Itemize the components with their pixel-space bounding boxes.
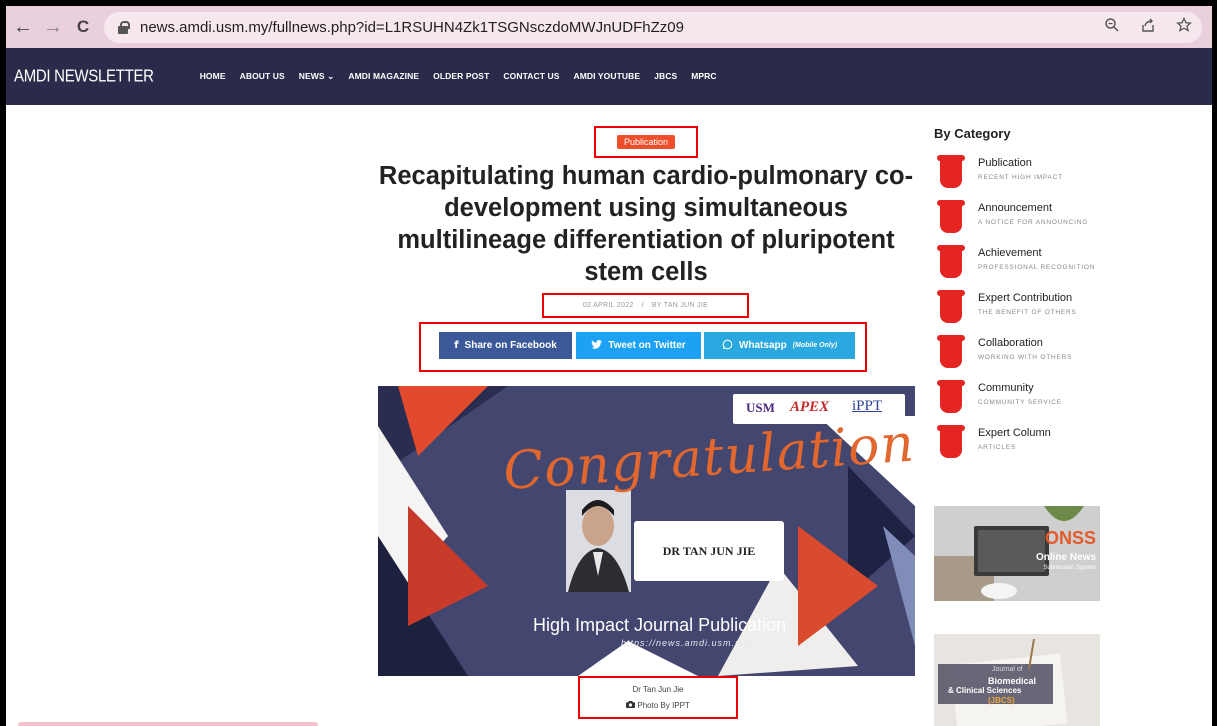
jbcs-line2: Biomedical bbox=[988, 676, 1037, 686]
url-text[interactable]: news.amdi.usm.my/fullnews.php?id=L1RSUHN… bbox=[140, 19, 684, 36]
hero-link: https://news.amdi.usm.my/ bbox=[621, 638, 753, 648]
bottom-notification-strip bbox=[18, 722, 318, 726]
sidebar-item-expert-column[interactable]: Expert Column ARTICLES bbox=[934, 425, 1194, 470]
category-icon bbox=[937, 335, 965, 368]
category-name: Collaboration bbox=[978, 337, 1043, 349]
category-icon bbox=[937, 245, 965, 278]
share-facebook-label: Share on Facebook bbox=[464, 340, 557, 351]
camera-icon bbox=[626, 701, 637, 710]
image-caption: Dr Tan Jun Jie Photo By IPPT bbox=[578, 676, 738, 719]
lock-icon bbox=[118, 20, 130, 35]
photo-credit-row: Photo By IPPT bbox=[580, 698, 736, 714]
share-whatsapp-label: Whatsapp bbox=[738, 340, 787, 351]
share-facebook-button[interactable]: f Share on Facebook bbox=[439, 332, 572, 359]
category-name: Expert Contribution bbox=[978, 292, 1073, 304]
category-sub: COMMUNITY SERVICE bbox=[978, 399, 1062, 406]
sidebar-item-expert-contribution[interactable]: Expert Contribution THE BENEFIT OF OTHERS bbox=[934, 290, 1194, 335]
share-icon[interactable] bbox=[1140, 17, 1156, 38]
sidebar-title: By Category bbox=[934, 126, 1011, 141]
category-sub: WORKING WITH OTHERS bbox=[978, 354, 1073, 361]
share-twitter-label: Tweet on Twitter bbox=[608, 340, 686, 351]
sidebar: By Category Publication RECENT HIGH IMPAC… bbox=[934, 126, 1194, 470]
category-sub: RECENT HIGH IMPACT bbox=[978, 174, 1063, 181]
category-name: Achievement bbox=[978, 247, 1042, 259]
article-meta: 02 APRIL 2022 / BY TAN JUN JIE bbox=[542, 293, 749, 318]
menu-news[interactable]: NEWS ⌄ bbox=[299, 71, 335, 82]
onss-line1: Online News bbox=[1035, 552, 1096, 563]
sidebar-item-announcement[interactable]: Announcement A NOTICE FOR ANNOUNCING bbox=[934, 200, 1194, 245]
facebook-icon: f bbox=[454, 340, 459, 351]
back-icon[interactable]: ← bbox=[10, 14, 36, 40]
category-sub: THE BENEFIT OF OTHERS bbox=[978, 309, 1077, 316]
article-title: Recapitulating human cardio-pulmonary co… bbox=[378, 162, 914, 286]
star-icon[interactable] bbox=[1175, 16, 1193, 38]
jbcs-line3: & Clinical Sciences bbox=[948, 686, 1022, 695]
menu-home[interactable]: HOME bbox=[200, 71, 226, 82]
menu-mprc[interactable]: MPRC bbox=[691, 71, 716, 82]
category-icon bbox=[937, 290, 965, 323]
meta-separator: / bbox=[641, 302, 644, 309]
onss-title: ONSS bbox=[1044, 528, 1096, 548]
zoom-icon[interactable] bbox=[1104, 17, 1120, 38]
menu-contact-us[interactable]: CONTACT US bbox=[503, 71, 559, 82]
reload-icon[interactable]: C bbox=[70, 14, 96, 40]
category-icon bbox=[937, 425, 965, 458]
site-brand[interactable]: AMDI NEWSLETTER bbox=[14, 67, 154, 87]
article-date: 02 APRIL 2022 bbox=[582, 302, 634, 309]
share-whatsapp-note: (Mobile Only) bbox=[792, 342, 838, 349]
category-name: Publication bbox=[978, 157, 1032, 169]
sidebar-item-community[interactable]: Community COMMUNITY SERVICE bbox=[934, 380, 1194, 425]
share-whatsapp-button[interactable]: Whatsapp (Mobile Only) bbox=[704, 332, 855, 359]
hero-image[interactable]: USM APEX iPPT Congratulations! DR TAN JU… bbox=[378, 386, 915, 676]
category-sub: PROFESSIONAL RECOGNITION bbox=[978, 264, 1096, 271]
hero-logo-usm: USM bbox=[746, 400, 775, 415]
main-menu: HOME ABOUT US NEWS ⌄ AMDI MAGAZINE OLDER… bbox=[200, 71, 717, 82]
jbcs-banner[interactable]: Journal of Biomedical & Clinical Science… bbox=[934, 634, 1100, 726]
category-name: Announcement bbox=[978, 202, 1052, 214]
category-name: Expert Column bbox=[978, 427, 1051, 439]
menu-amdi-youtube[interactable]: AMDI YOUTUBE bbox=[573, 71, 640, 82]
category-icon bbox=[937, 155, 965, 188]
site-header: AMDI NEWSLETTER HOME ABOUT US NEWS ⌄ AMD… bbox=[6, 48, 1212, 105]
forward-icon[interactable]: → bbox=[40, 14, 66, 40]
menu-older-post[interactable]: OLDER POST bbox=[433, 71, 489, 82]
category-badge[interactable]: Publication bbox=[616, 135, 676, 149]
address-bar[interactable]: news.amdi.usm.my/fullnews.php?id=L1RSUHN… bbox=[104, 12, 1202, 43]
sidebar-item-collaboration[interactable]: Collaboration WORKING WITH OTHERS bbox=[934, 335, 1194, 380]
menu-about-us[interactable]: ABOUT US bbox=[240, 71, 285, 82]
sidebar-item-achievement[interactable]: Achievement PROFESSIONAL RECOGNITION bbox=[934, 245, 1194, 290]
category-icon bbox=[937, 380, 965, 413]
caption-name: Dr Tan Jun Jie bbox=[632, 685, 684, 694]
whatsapp-icon bbox=[722, 339, 733, 353]
jbcs-line1: Journal of bbox=[992, 666, 1023, 673]
category-name: Community bbox=[978, 382, 1034, 394]
menu-amdi-magazine[interactable]: AMDI MAGAZINE bbox=[348, 71, 419, 82]
hero-headline: High Impact Journal Publication bbox=[533, 615, 787, 635]
article-author[interactable]: BY TAN JUN JIE bbox=[652, 302, 708, 309]
hero-logo-ippt: iPPT bbox=[852, 398, 883, 414]
photo-credit: Photo By IPPT bbox=[637, 701, 690, 710]
category-sub: A NOTICE FOR ANNOUNCING bbox=[978, 219, 1089, 226]
category-icon bbox=[937, 200, 965, 233]
onss-banner[interactable]: ONSS Online News Submission System bbox=[934, 506, 1100, 601]
category-sub: ARTICLES bbox=[978, 444, 1017, 451]
share-twitter-button[interactable]: Tweet on Twitter bbox=[576, 332, 701, 359]
onss-line2: Submission System bbox=[1043, 565, 1096, 571]
twitter-icon bbox=[591, 339, 603, 352]
hero-name: DR TAN JUN JIE bbox=[662, 544, 756, 558]
share-bar: f Share on Facebook Tweet on Twitter Wha… bbox=[419, 322, 867, 372]
browser-toolbar: ← → C news.amdi.usm.my/fullnews.php?id=L… bbox=[6, 6, 1212, 48]
sidebar-item-publication[interactable]: Publication RECENT HIGH IMPACT bbox=[934, 155, 1194, 200]
hero-logo-apex: APEX bbox=[790, 399, 830, 415]
category-highlight: Publication bbox=[594, 126, 698, 158]
menu-jbcs[interactable]: JBCS bbox=[654, 71, 677, 82]
page: ← → C news.amdi.usm.my/fullnews.php?id=L… bbox=[6, 6, 1212, 726]
jbcs-line4: (JBCS) bbox=[988, 696, 1015, 705]
